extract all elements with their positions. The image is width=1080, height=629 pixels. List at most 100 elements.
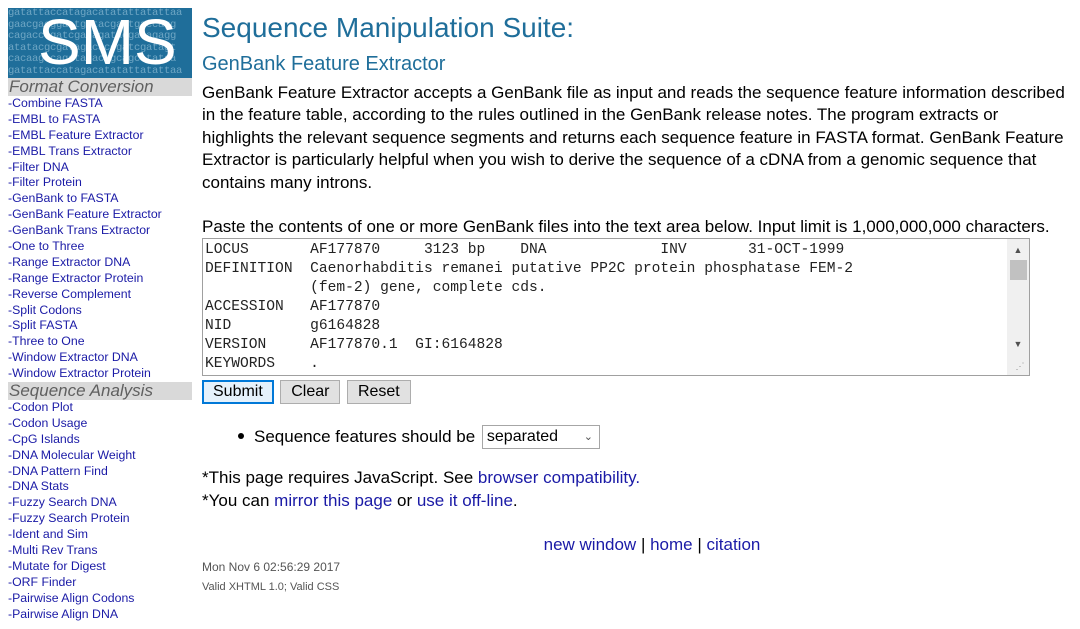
browser-compatibility-link[interactable]: browser compatibility. — [478, 468, 640, 487]
footer-links: new window | home | citation — [202, 534, 1072, 556]
sidebar-link-genbank-feature-extractor[interactable]: -GenBank Feature Extractor — [8, 207, 162, 221]
reset-button[interactable]: Reset — [346, 380, 411, 405]
sidebar-item: -Reverse Complement — [8, 287, 192, 303]
form-buttons: Submit Clear Reset — [202, 380, 1072, 405]
offline-link[interactable]: use it off-line — [417, 491, 513, 510]
sidebar-item: -DNA Molecular Weight — [8, 448, 192, 464]
validation-note: Valid XHTML 1.0; Valid CSS — [202, 581, 340, 594]
sidebar-item: -Split Codons — [8, 303, 192, 319]
sidebar-link-codon-usage[interactable]: -Codon Usage — [8, 416, 87, 430]
sidebar-link-fuzzy-search-protein[interactable]: -Fuzzy Search Protein — [8, 511, 130, 525]
sidebar-link-window-extractor-dna[interactable]: -Window Extractor DNA — [8, 350, 138, 364]
sidebar-item: -CpG Islands — [8, 432, 192, 448]
sidebar-link-range-extractor-protein[interactable]: -Range Extractor Protein — [8, 271, 143, 285]
textarea-scrollbar[interactable]: ▲ ▼ — [1007, 239, 1029, 376]
sidebar-link-split-fasta[interactable]: -Split FASTA — [8, 318, 77, 332]
sidebar-link-embl-feature-extractor[interactable]: -EMBL Feature Extractor — [8, 128, 144, 142]
sidebar-item: -Codon Plot — [8, 400, 192, 416]
feature-option-label: Sequence features should be — [254, 427, 476, 447]
home-link[interactable]: home — [650, 535, 693, 554]
new-window-link[interactable]: new window — [544, 535, 637, 554]
sidebar-link-pairwise-align-codons[interactable]: -Pairwise Align Codons — [8, 591, 134, 605]
sidebar-item: -EMBL Trans Extractor — [8, 144, 192, 160]
sidebar-link-genbank-trans-extractor[interactable]: -GenBank Trans Extractor — [8, 223, 150, 237]
resize-grip-icon[interactable]: ⋰ — [1013, 359, 1027, 373]
sidebar-link-range-extractor-dna[interactable]: -Range Extractor DNA — [8, 255, 130, 269]
sidebar-link-ident-and-sim[interactable]: -Ident and Sim — [8, 527, 88, 541]
sidebar-item: -Split FASTA — [8, 318, 192, 334]
sidebar-link-filter-protein[interactable]: -Filter Protein — [8, 175, 82, 189]
sidebar-item: -EMBL to FASTA — [8, 112, 192, 128]
sidebar-link-split-codons[interactable]: -Split Codons — [8, 303, 82, 317]
citation-link[interactable]: citation — [707, 535, 761, 554]
sidebar-heading-sequence-analysis: Sequence Analysis — [8, 382, 192, 401]
sidebar-link-fuzzy-search-dna[interactable]: -Fuzzy Search DNA — [8, 495, 117, 509]
feature-option-row: Sequence features should be separated ⌄ — [238, 424, 1072, 450]
sidebar-link-combine-fasta[interactable]: -Combine FASTA — [8, 96, 103, 110]
sidebar-item: -Filter DNA — [8, 160, 192, 176]
sidebar-link-embl-trans-extractor[interactable]: -EMBL Trans Extractor — [8, 144, 132, 158]
feature-mode-selected-value: separated — [486, 427, 559, 445]
sidebar-link-reverse-complement[interactable]: -Reverse Complement — [8, 287, 131, 301]
sidebar-item: -Range Extractor Protein — [8, 271, 192, 287]
footer-separator: | — [692, 535, 707, 555]
sidebar-link-genbank-to-fasta[interactable]: -GenBank to FASTA — [8, 191, 119, 205]
sidebar-item: -Window Extractor Protein — [8, 366, 192, 382]
scroll-down-arrow-icon[interactable]: ▼ — [1007, 335, 1029, 353]
footer-separator: | — [636, 535, 651, 555]
sidebar-link-three-to-one[interactable]: -Three to One — [8, 334, 85, 348]
logo-text: SMS — [38, 8, 177, 78]
intro-paragraph: GenBank Feature Extractor accepts a GenB… — [202, 83, 1065, 192]
sidebar-item: -Mutate for Digest — [8, 559, 192, 575]
sidebar-link-dna-molecular-weight[interactable]: -DNA Molecular Weight — [8, 448, 136, 462]
scroll-up-arrow-icon[interactable]: ▲ — [1007, 241, 1029, 259]
sidebar-item: -Range Extractor DNA — [8, 255, 192, 271]
sidebar-item: -Window Extractor DNA — [8, 350, 192, 366]
timestamp: Mon Nov 6 02:56:29 2017 — [202, 560, 341, 575]
sidebar-link-embl-to-fasta[interactable]: -EMBL to FASTA — [8, 112, 100, 126]
sidebar-item: -Ident and Sim — [8, 527, 192, 543]
sidebar-item: -GenBank Trans Extractor — [8, 223, 192, 239]
sidebar: gatattaccatagacatatattatattaa gaacgacgga… — [8, 8, 192, 623]
sidebar-link-dna-stats[interactable]: -DNA Stats — [8, 479, 69, 493]
page-subtitle: GenBank Feature Extractor — [202, 53, 446, 75]
sidebar-link-window-extractor-protein[interactable]: -Window Extractor Protein — [8, 366, 151, 380]
sidebar-item: -Fuzzy Search Protein — [8, 511, 192, 527]
sidebar-item: -DNA Pattern Find — [8, 464, 192, 480]
submit-button[interactable]: Submit — [202, 380, 274, 405]
sidebar-item: -EMBL Feature Extractor — [8, 128, 192, 144]
sidebar-link-multi-rev-trans[interactable]: -Multi Rev Trans — [8, 543, 98, 557]
sidebar-link-mutate-for-digest[interactable]: -Mutate for Digest — [8, 559, 106, 573]
sidebar-item: -Filter Protein — [8, 175, 192, 191]
sequence-text[interactable]: LOCUS AF177870 3123 bp DNA INV 31-OCT-19… — [205, 241, 1005, 374]
sidebar-link-cpg-islands[interactable]: -CpG Islands — [8, 432, 80, 446]
chevron-down-icon: ⌄ — [583, 430, 593, 443]
feature-mode-select[interactable]: separated ⌄ — [481, 424, 600, 449]
sidebar-item: -Codon Usage — [8, 416, 192, 432]
main-content: Sequence Manipulation Suite: GenBank Fea… — [202, 10, 1072, 594]
sidebar-heading-format-conversion: Format Conversion — [8, 78, 192, 96]
scroll-thumb[interactable] — [1010, 260, 1027, 281]
sidebar-link-pairwise-align-dna[interactable]: -Pairwise Align DNA — [8, 607, 118, 621]
sidebar-list-sequence-analysis: -Codon Plot -Codon Usage -CpG Islands -D… — [8, 400, 192, 622]
sidebar-item: -DNA Stats — [8, 479, 192, 495]
sidebar-link-filter-dna[interactable]: -Filter DNA — [8, 160, 69, 174]
bullet-icon — [238, 433, 244, 440]
paste-instructions: Paste the contents of one or more GenBan… — [202, 217, 1050, 237]
sms-logo[interactable]: gatattaccatagacatatattatattaa gaacgacgga… — [8, 8, 192, 78]
sidebar-item: -One to Three — [8, 239, 192, 255]
sidebar-item: -Multi Rev Trans — [8, 543, 192, 559]
mirror-page-link[interactable]: mirror this page — [274, 491, 392, 510]
sidebar-link-codon-plot[interactable]: -Codon Plot — [8, 400, 73, 414]
js-note: *This page requires JavaScript. See — [202, 468, 478, 488]
sequence-textarea[interactable]: LOCUS AF177870 3123 bp DNA INV 31-OCT-19… — [202, 238, 1030, 377]
sidebar-link-dna-pattern-find[interactable]: -DNA Pattern Find — [8, 464, 108, 478]
notes: *This page requires JavaScript. See brow… — [202, 467, 1072, 512]
mirror-note-suffix: . — [512, 490, 518, 510]
mirror-note-prefix: *You can — [202, 490, 275, 510]
sidebar-link-orf-finder[interactable]: -ORF Finder — [8, 575, 76, 589]
sidebar-link-one-to-three[interactable]: -One to Three — [8, 239, 84, 253]
clear-button[interactable]: Clear — [280, 380, 341, 405]
sidebar-item: -Pairwise Align Codons — [8, 591, 192, 607]
sidebar-item: -GenBank Feature Extractor — [8, 207, 192, 223]
